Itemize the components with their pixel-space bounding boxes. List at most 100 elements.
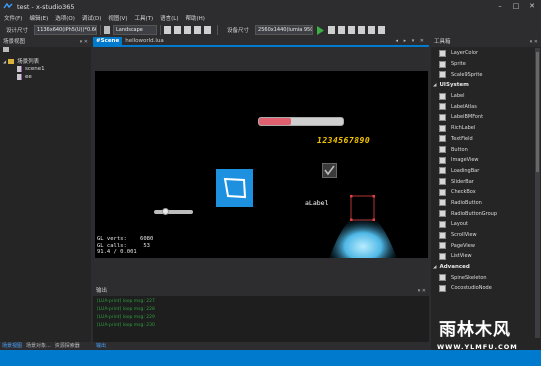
expand-icon[interactable]: ◢ bbox=[3, 59, 6, 64]
toolbox-item-radiobuttongroup[interactable]: RadioButtonGroup bbox=[439, 208, 538, 219]
toolbar-tool-icon[interactable] bbox=[338, 26, 346, 34]
toolbox-item-sprite[interactable]: Sprite bbox=[439, 59, 538, 70]
toolbox-item-radiobutton[interactable]: RadioButton bbox=[439, 198, 538, 209]
toolbox-item-scale9sprite[interactable]: Scale9Sprite bbox=[439, 69, 538, 80]
tab-scene-view[interactable]: 场景视图 bbox=[2, 342, 22, 350]
toolbox-item-sliderbar[interactable]: SliderBar bbox=[439, 176, 538, 187]
check-icon bbox=[324, 165, 335, 176]
toolbox-category-advanced[interactable]: ◢ Advanced bbox=[433, 262, 538, 273]
design-size-select[interactable]: 1136x640(iPh5(U))*0.66 bbox=[34, 25, 98, 35]
toolbox-item-labelbmfont[interactable]: LabelBMFont bbox=[439, 112, 538, 123]
toolbox-scrollbar[interactable] bbox=[535, 48, 540, 338]
toolbox-category-uisystem[interactable]: ◢ UISystem bbox=[433, 80, 538, 91]
toolbox-item-label: CheckBox bbox=[451, 189, 476, 196]
toolbar-tool-icon[interactable] bbox=[358, 26, 366, 34]
sliderbar-icon bbox=[439, 178, 446, 186]
tab-scene[interactable]: #Scene bbox=[93, 37, 123, 45]
menu-language[interactable]: 语言(L) bbox=[160, 14, 178, 22]
tab-controls-icon[interactable]: ◂ ▸ ▾ ✕ bbox=[396, 38, 427, 44]
device-size-select[interactable]: 2560x1440(lumia 950XL bbox=[255, 25, 314, 35]
loading-bar[interactable] bbox=[258, 117, 344, 126]
menu-debug[interactable]: 调试(D) bbox=[82, 14, 102, 22]
tree-root[interactable]: ◢ 场景列表 bbox=[3, 57, 88, 65]
design-size-label: 设计尺寸 bbox=[6, 28, 29, 34]
toolbar-tool-icon[interactable] bbox=[368, 26, 376, 34]
toolbox-item-label[interactable]: Label bbox=[439, 91, 538, 102]
collapse-icon[interactable]: ◢ bbox=[433, 265, 436, 270]
tab-scene-objects[interactable]: 场景对象... bbox=[26, 342, 51, 350]
particle-system[interactable] bbox=[323, 189, 403, 258]
checkbox-icon bbox=[439, 188, 446, 196]
tab-output[interactable]: 输出 bbox=[93, 342, 429, 350]
panel-pin-icon[interactable]: ▾ ✕ bbox=[418, 287, 426, 296]
panel-pin-icon[interactable]: ▾ ✕ bbox=[80, 38, 88, 47]
toolbox-item-listview[interactable]: ListView bbox=[439, 251, 538, 262]
save-all-icon[interactable] bbox=[184, 26, 192, 34]
panel-title: 场景视图 bbox=[3, 39, 26, 45]
scene-editor: 1234567890 aLabel GL verts: 6080 GL call… bbox=[93, 49, 429, 285]
toolbar-tool-icon[interactable] bbox=[328, 26, 336, 34]
radiobutton-icon bbox=[439, 199, 446, 207]
collapse-icon[interactable]: ◢ bbox=[433, 83, 436, 88]
tree-item-scene1[interactable]: scene1 bbox=[3, 65, 88, 73]
panel-header: 场景视图 ▾ ✕ bbox=[0, 38, 91, 47]
menu-tools[interactable]: 工具(T) bbox=[134, 14, 153, 22]
toolbox-item-label: LoadingBar bbox=[451, 167, 480, 174]
toolbox-item-spineskeleton[interactable]: SpineSkeleton bbox=[439, 272, 538, 283]
play-icon[interactable] bbox=[316, 25, 325, 35]
app-window: test - x-studio365 – □ ✕ 文件(F) 编辑(E) 选项(… bbox=[0, 0, 541, 366]
minimize-button[interactable]: – bbox=[493, 1, 507, 11]
slider-bar[interactable] bbox=[154, 208, 193, 215]
toolbar-tool-icon[interactable] bbox=[348, 26, 356, 34]
toolbox-item-loadingbar[interactable]: LoadingBar bbox=[439, 166, 538, 177]
scrollview-icon bbox=[439, 231, 446, 239]
orientation-select[interactable]: Landscape bbox=[113, 25, 158, 35]
scrollbar-thumb[interactable] bbox=[536, 52, 539, 172]
toolbox-item-imageview[interactable]: ImageView bbox=[439, 155, 538, 166]
title-bar: test - x-studio365 – □ ✕ bbox=[0, 0, 541, 13]
toolbox-item-button[interactable]: Button bbox=[439, 144, 538, 155]
rotate-icon[interactable] bbox=[104, 26, 111, 34]
save-icon[interactable] bbox=[174, 26, 182, 34]
toolbox-item-layercolor[interactable]: LayerColor bbox=[439, 48, 538, 59]
toolbox-item-checkbox[interactable]: CheckBox bbox=[439, 187, 538, 198]
menu-file[interactable]: 文件(F) bbox=[4, 14, 22, 22]
tab-resource-explorer[interactable]: 资源探索器 bbox=[55, 342, 80, 350]
spineskeleton-icon bbox=[439, 274, 446, 282]
toolbox-item-label: PageView bbox=[451, 242, 475, 249]
tree-item-ee[interactable]: ee bbox=[3, 73, 88, 81]
log-line: [LUA-print] loop msg: 228 bbox=[97, 307, 155, 312]
textfield-icon bbox=[439, 135, 446, 143]
watermark-text: 雨林木风 bbox=[439, 320, 511, 340]
log-line: [LUA-print] loop msg: 230 bbox=[97, 323, 155, 328]
undo-icon[interactable] bbox=[194, 26, 202, 34]
sprite-icon bbox=[439, 60, 446, 68]
label-atlas[interactable]: 1234567890 bbox=[317, 136, 370, 145]
device-size-label: 设备尺寸 bbox=[227, 28, 250, 34]
checkbox[interactable] bbox=[322, 163, 337, 178]
watermark: 雨林木风 WWW.YLMFU.COM bbox=[433, 315, 539, 359]
tab-helloworld[interactable]: helloworld.lua bbox=[122, 37, 167, 45]
panel-pin-icon[interactable]: ▾ ✕ bbox=[530, 38, 538, 47]
menu-edit[interactable]: 编辑(E) bbox=[29, 14, 48, 22]
close-button[interactable]: ✕ bbox=[525, 1, 539, 11]
add-scene-icon[interactable] bbox=[3, 47, 9, 52]
menu-view[interactable]: 视图(V) bbox=[108, 14, 127, 22]
toolbox-item-cocostudionode[interactable]: CocostudioNode bbox=[439, 283, 538, 294]
toolbox-item-textfield[interactable]: TextField bbox=[439, 134, 538, 145]
toolbox-item-label: CocostudioNode bbox=[451, 285, 492, 292]
scene-canvas[interactable]: 1234567890 aLabel GL verts: 6080 GL call… bbox=[95, 71, 428, 258]
image-view[interactable] bbox=[216, 169, 253, 207]
toolbar-tool-icon[interactable] bbox=[378, 26, 386, 34]
toolbox-item-layout[interactable]: Layout bbox=[439, 219, 538, 230]
maximize-button[interactable]: □ bbox=[509, 1, 523, 11]
redo-icon[interactable] bbox=[204, 26, 212, 34]
slider-thumb[interactable] bbox=[161, 208, 169, 215]
menu-options[interactable]: 选项(O) bbox=[55, 14, 75, 22]
new-file-icon[interactable] bbox=[164, 26, 172, 34]
menu-help[interactable]: 帮助(H) bbox=[185, 14, 204, 22]
toolbox-item-pageview[interactable]: PageView bbox=[439, 240, 538, 251]
toolbox-item-scrollview[interactable]: ScrollView bbox=[439, 230, 538, 241]
toolbox-item-richlabel[interactable]: RichLabel bbox=[439, 123, 538, 134]
toolbox-item-labelatlas[interactable]: LabelAtlas bbox=[439, 101, 538, 112]
